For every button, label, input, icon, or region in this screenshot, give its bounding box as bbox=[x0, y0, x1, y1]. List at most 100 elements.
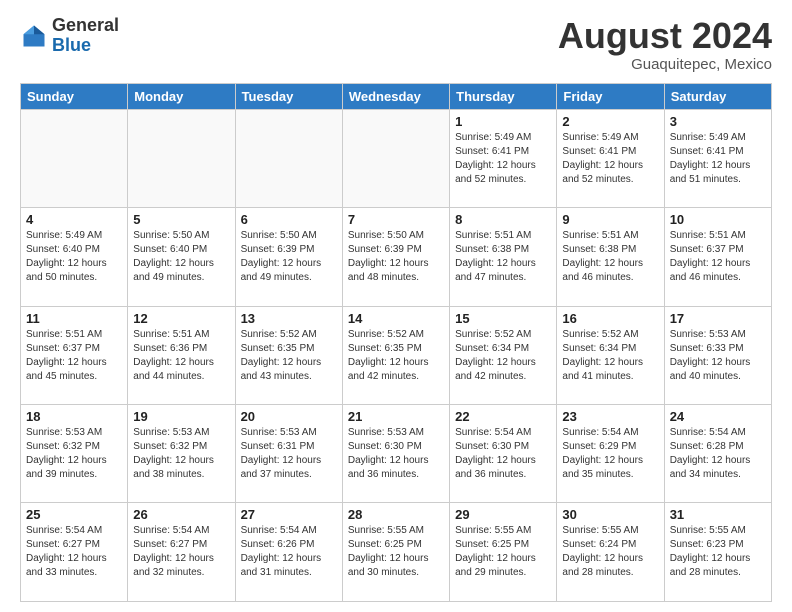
calendar-cell: 4 Sunrise: 5:49 AMSunset: 6:40 PMDaylight… bbox=[21, 208, 128, 306]
day-number: 30 bbox=[562, 507, 658, 522]
day-number: 28 bbox=[348, 507, 444, 522]
page: GeneralBlue August 2024 Guaquitepec, Mex… bbox=[0, 0, 792, 612]
day-number: 22 bbox=[455, 409, 551, 424]
logo-icon bbox=[20, 22, 48, 50]
calendar-cell: 9 Sunrise: 5:51 AMSunset: 6:38 PMDaylight… bbox=[557, 208, 664, 306]
col-monday: Monday bbox=[128, 83, 235, 109]
day-number: 9 bbox=[562, 212, 658, 227]
day-info: Sunrise: 5:49 AMSunset: 6:41 PMDaylight:… bbox=[455, 131, 551, 187]
day-info: Sunrise: 5:53 AMSunset: 6:33 PMDaylight:… bbox=[670, 328, 766, 384]
day-number: 1 bbox=[455, 114, 551, 129]
day-info: Sunrise: 5:51 AMSunset: 6:37 PMDaylight:… bbox=[670, 229, 766, 285]
day-info: Sunrise: 5:53 AMSunset: 6:32 PMDaylight:… bbox=[26, 426, 122, 482]
logo: GeneralBlue bbox=[20, 16, 119, 56]
day-info: Sunrise: 5:52 AMSunset: 6:35 PMDaylight:… bbox=[348, 328, 444, 384]
day-number: 6 bbox=[241, 212, 337, 227]
day-number: 14 bbox=[348, 311, 444, 326]
day-info: Sunrise: 5:54 AMSunset: 6:26 PMDaylight:… bbox=[241, 524, 337, 580]
calendar-week-row: 18 Sunrise: 5:53 AMSunset: 6:32 PMDayligh… bbox=[21, 405, 772, 503]
day-info: Sunrise: 5:54 AMSunset: 6:30 PMDaylight:… bbox=[455, 426, 551, 482]
day-info: Sunrise: 5:49 AMSunset: 6:41 PMDaylight:… bbox=[562, 131, 658, 187]
calendar-cell: 13 Sunrise: 5:52 AMSunset: 6:35 PMDayligh… bbox=[235, 306, 342, 404]
calendar-cell: 6 Sunrise: 5:50 AMSunset: 6:39 PMDaylight… bbox=[235, 208, 342, 306]
calendar-cell: 15Sunrise: 5:52 AMSunset: 6:34 PMDayligh… bbox=[450, 306, 557, 404]
day-info: Sunrise: 5:52 AMSunset: 6:34 PMDaylight:… bbox=[562, 328, 658, 384]
calendar-cell: 2 Sunrise: 5:49 AMSunset: 6:41 PMDaylight… bbox=[557, 109, 664, 207]
day-info: Sunrise: 5:51 AMSunset: 6:36 PMDaylight:… bbox=[133, 328, 229, 384]
calendar-cell: 3Sunrise: 5:49 AMSunset: 6:41 PMDaylight… bbox=[664, 109, 771, 207]
calendar-cell: 14 Sunrise: 5:52 AMSunset: 6:35 PMDayligh… bbox=[342, 306, 449, 404]
day-number: 12 bbox=[133, 311, 229, 326]
location: Guaquitepec, Mexico bbox=[558, 56, 772, 73]
day-number: 18 bbox=[26, 409, 122, 424]
day-info: Sunrise: 5:52 AMSunset: 6:35 PMDaylight:… bbox=[241, 328, 337, 384]
calendar-header-row: Sunday Monday Tuesday Wednesday Thursday… bbox=[21, 83, 772, 109]
calendar-cell: 31 Sunrise: 5:55 AMSunset: 6:23 PMDayligh… bbox=[664, 503, 771, 602]
calendar-cell: 5 Sunrise: 5:50 AMSunset: 6:40 PMDaylight… bbox=[128, 208, 235, 306]
day-info: Sunrise: 5:50 AMSunset: 6:39 PMDaylight:… bbox=[241, 229, 337, 285]
day-info: Sunrise: 5:54 AMSunset: 6:27 PMDaylight:… bbox=[133, 524, 229, 580]
day-number: 19 bbox=[133, 409, 229, 424]
day-number: 2 bbox=[562, 114, 658, 129]
title-block: August 2024 Guaquitepec, Mexico bbox=[558, 16, 772, 73]
day-number: 4 bbox=[26, 212, 122, 227]
day-info: Sunrise: 5:55 AMSunset: 6:24 PMDaylight:… bbox=[562, 524, 658, 580]
day-info: Sunrise: 5:55 AMSunset: 6:25 PMDaylight:… bbox=[455, 524, 551, 580]
day-number: 5 bbox=[133, 212, 229, 227]
calendar-cell: 19 Sunrise: 5:53 AMSunset: 6:32 PMDayligh… bbox=[128, 405, 235, 503]
day-number: 13 bbox=[241, 311, 337, 326]
calendar-cell: 21 Sunrise: 5:53 AMSunset: 6:30 PMDayligh… bbox=[342, 405, 449, 503]
calendar-cell: 29Sunrise: 5:55 AMSunset: 6:25 PMDayligh… bbox=[450, 503, 557, 602]
calendar-cell: 17 Sunrise: 5:53 AMSunset: 6:33 PMDayligh… bbox=[664, 306, 771, 404]
calendar-cell: 10 Sunrise: 5:51 AMSunset: 6:37 PMDayligh… bbox=[664, 208, 771, 306]
day-info: Sunrise: 5:49 AMSunset: 6:40 PMDaylight:… bbox=[26, 229, 122, 285]
day-number: 8 bbox=[455, 212, 551, 227]
calendar-week-row: 4 Sunrise: 5:49 AMSunset: 6:40 PMDaylight… bbox=[21, 208, 772, 306]
day-number: 15 bbox=[455, 311, 551, 326]
calendar-week-row: 11Sunrise: 5:51 AMSunset: 6:37 PMDayligh… bbox=[21, 306, 772, 404]
day-number: 16 bbox=[562, 311, 658, 326]
calendar-cell: 24Sunrise: 5:54 AMSunset: 6:28 PMDayligh… bbox=[664, 405, 771, 503]
day-number: 10 bbox=[670, 212, 766, 227]
col-wednesday: Wednesday bbox=[342, 83, 449, 109]
calendar-cell: 1 Sunrise: 5:49 AMSunset: 6:41 PMDaylight… bbox=[450, 109, 557, 207]
day-number: 31 bbox=[670, 507, 766, 522]
day-info: Sunrise: 5:50 AMSunset: 6:39 PMDaylight:… bbox=[348, 229, 444, 285]
col-friday: Friday bbox=[557, 83, 664, 109]
calendar-cell: 8 Sunrise: 5:51 AMSunset: 6:38 PMDaylight… bbox=[450, 208, 557, 306]
day-number: 20 bbox=[241, 409, 337, 424]
calendar-cell: 27 Sunrise: 5:54 AMSunset: 6:26 PMDayligh… bbox=[235, 503, 342, 602]
day-number: 27 bbox=[241, 507, 337, 522]
col-saturday: Saturday bbox=[664, 83, 771, 109]
day-number: 23 bbox=[562, 409, 658, 424]
logo-general: General bbox=[52, 15, 119, 35]
day-info: Sunrise: 5:51 AMSunset: 6:38 PMDaylight:… bbox=[455, 229, 551, 285]
day-info: Sunrise: 5:54 AMSunset: 6:29 PMDaylight:… bbox=[562, 426, 658, 482]
calendar-cell: 7Sunrise: 5:50 AMSunset: 6:39 PMDaylight… bbox=[342, 208, 449, 306]
day-number: 26 bbox=[133, 507, 229, 522]
day-info: Sunrise: 5:53 AMSunset: 6:31 PMDaylight:… bbox=[241, 426, 337, 482]
day-number: 11 bbox=[26, 311, 122, 326]
calendar-cell bbox=[21, 109, 128, 207]
calendar-week-row: 25Sunrise: 5:54 AMSunset: 6:27 PMDayligh… bbox=[21, 503, 772, 602]
day-info: Sunrise: 5:55 AMSunset: 6:23 PMDaylight:… bbox=[670, 524, 766, 580]
day-info: Sunrise: 5:55 AMSunset: 6:25 PMDaylight:… bbox=[348, 524, 444, 580]
day-info: Sunrise: 5:54 AMSunset: 6:27 PMDaylight:… bbox=[26, 524, 122, 580]
calendar-cell: 23 Sunrise: 5:54 AMSunset: 6:29 PMDayligh… bbox=[557, 405, 664, 503]
day-info: Sunrise: 5:54 AMSunset: 6:28 PMDaylight:… bbox=[670, 426, 766, 482]
day-info: Sunrise: 5:53 AMSunset: 6:30 PMDaylight:… bbox=[348, 426, 444, 482]
day-number: 21 bbox=[348, 409, 444, 424]
day-info: Sunrise: 5:51 AMSunset: 6:38 PMDaylight:… bbox=[562, 229, 658, 285]
calendar-cell: 20 Sunrise: 5:53 AMSunset: 6:31 PMDayligh… bbox=[235, 405, 342, 503]
col-sunday: Sunday bbox=[21, 83, 128, 109]
col-thursday: Thursday bbox=[450, 83, 557, 109]
calendar-cell bbox=[342, 109, 449, 207]
calendar-cell: 25Sunrise: 5:54 AMSunset: 6:27 PMDayligh… bbox=[21, 503, 128, 602]
day-info: Sunrise: 5:53 AMSunset: 6:32 PMDaylight:… bbox=[133, 426, 229, 482]
calendar-cell: 22 Sunrise: 5:54 AMSunset: 6:30 PMDayligh… bbox=[450, 405, 557, 503]
day-number: 17 bbox=[670, 311, 766, 326]
day-info: Sunrise: 5:50 AMSunset: 6:40 PMDaylight:… bbox=[133, 229, 229, 285]
calendar-cell: 26 Sunrise: 5:54 AMSunset: 6:27 PMDayligh… bbox=[128, 503, 235, 602]
calendar-table: Sunday Monday Tuesday Wednesday Thursday… bbox=[20, 83, 772, 602]
calendar-cell: 28 Sunrise: 5:55 AMSunset: 6:25 PMDayligh… bbox=[342, 503, 449, 602]
